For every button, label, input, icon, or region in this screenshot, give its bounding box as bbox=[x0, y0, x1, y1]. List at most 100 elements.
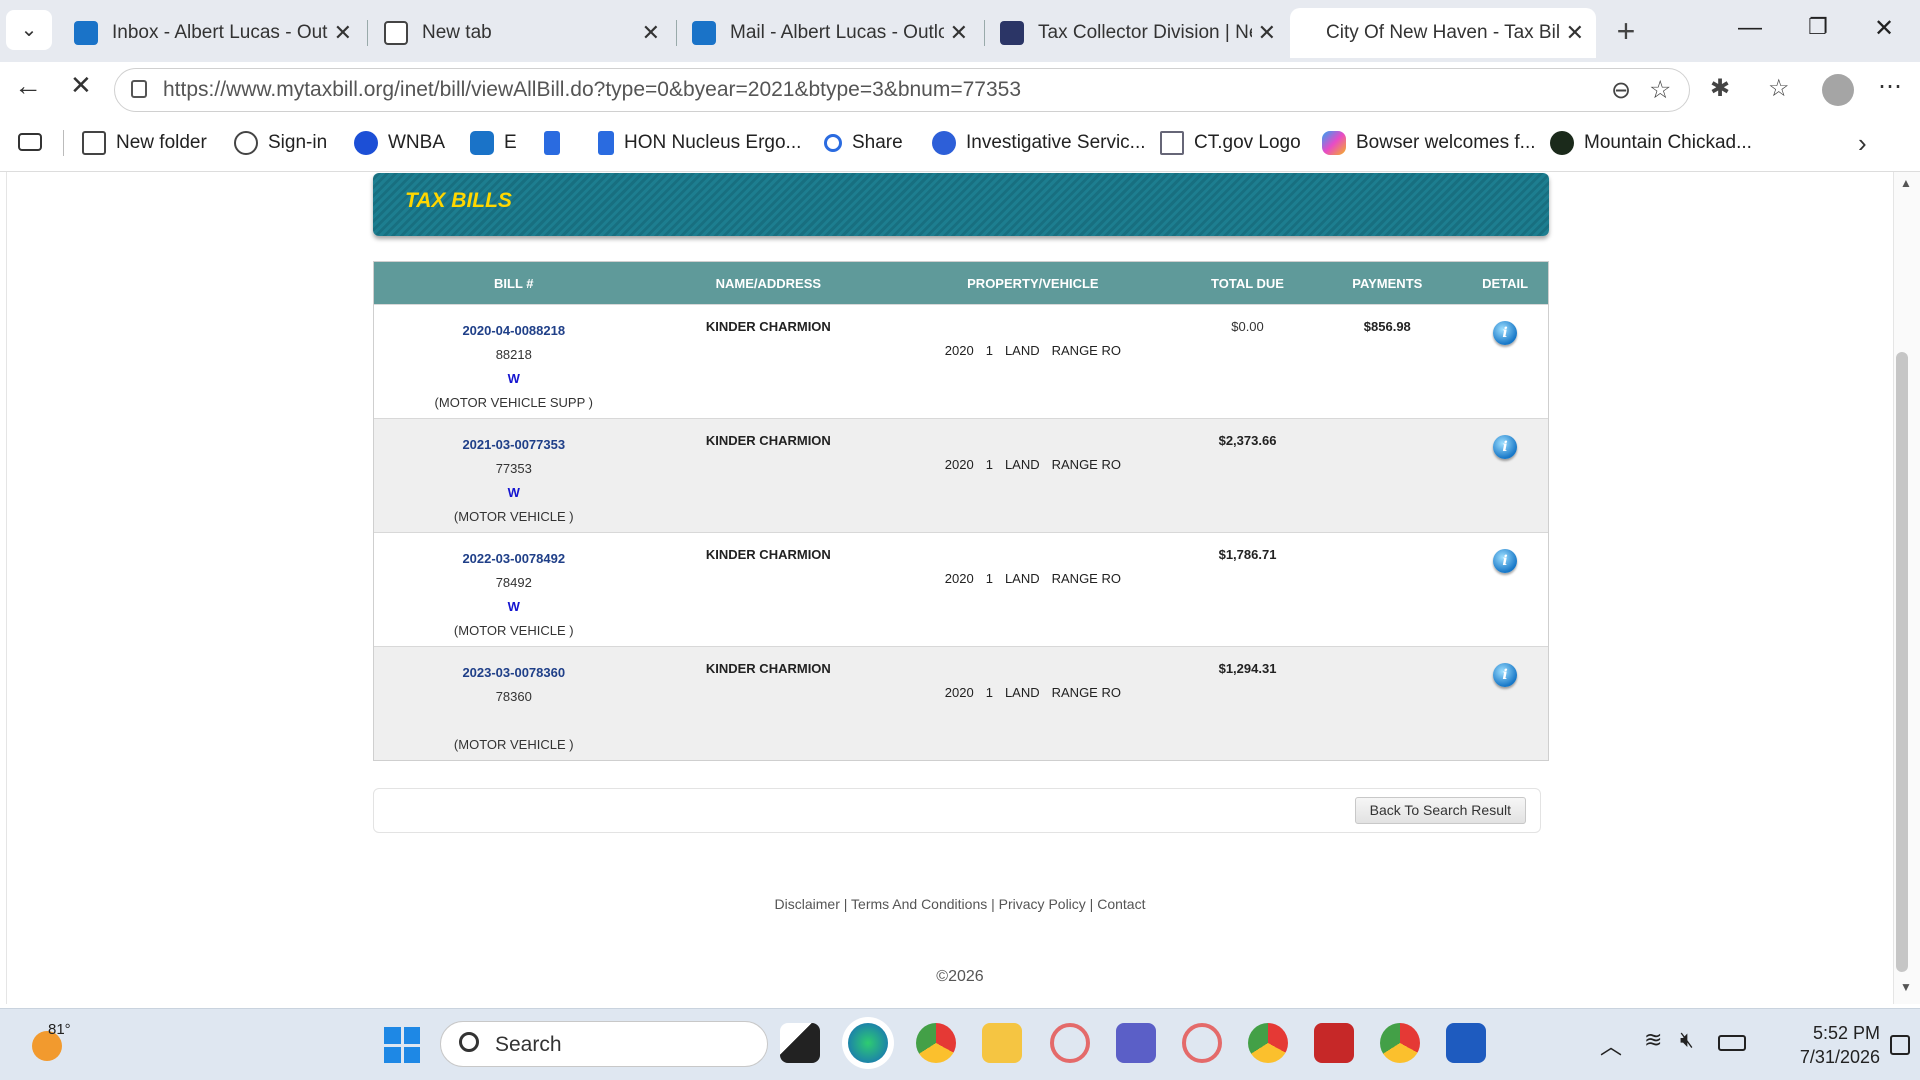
back-icon[interactable]: ← bbox=[14, 70, 42, 102]
bookmarks-bar: New folder Sign-in WNBA E HON Nucleus Er… bbox=[0, 116, 1920, 172]
favorites-icon[interactable]: ☆ bbox=[1768, 74, 1790, 103]
close-tab-icon[interactable]: ✕ bbox=[950, 20, 968, 46]
profile-avatar[interactable] bbox=[1822, 74, 1854, 106]
close-window-icon[interactable]: ✕ bbox=[1864, 14, 1904, 50]
bookmark-e[interactable]: E bbox=[470, 128, 517, 158]
favorite-star-icon[interactable]: ☆ bbox=[1649, 75, 1671, 105]
bookmark-hon-nucleus[interactable]: HON Nucleus Ergo... bbox=[598, 128, 801, 158]
bookmark-bowser[interactable]: Bowser welcomes f... bbox=[1322, 128, 1536, 158]
chrome-profile-icon[interactable] bbox=[1248, 1023, 1288, 1063]
notification-icon[interactable] bbox=[1890, 1035, 1910, 1055]
bookmark-bing[interactable] bbox=[544, 128, 570, 158]
grammarly-icon[interactable] bbox=[1182, 1023, 1222, 1063]
chrome-icon[interactable] bbox=[916, 1023, 956, 1063]
tab-new-tab[interactable]: New tab ✕ bbox=[372, 8, 672, 58]
task-view-icon[interactable] bbox=[780, 1023, 820, 1063]
city-seal-icon bbox=[1000, 21, 1024, 45]
total-due: $2,373.66 bbox=[1218, 433, 1277, 448]
zoom-icon bbox=[932, 131, 956, 155]
zoom-icon[interactable]: ⊖ bbox=[1611, 76, 1631, 105]
tab-tax-collector[interactable]: Tax Collector Division | New ✕ bbox=[988, 8, 1288, 58]
stop-loading-icon[interactable]: ✕ bbox=[70, 70, 92, 101]
privacy-link[interactable]: Privacy Policy bbox=[999, 896, 1086, 912]
header-bill-number: BILL # bbox=[494, 275, 534, 291]
tab-sidebar-icon[interactable] bbox=[18, 133, 42, 151]
speaker-muted-icon[interactable]: 🔇︎ bbox=[1680, 1027, 1694, 1053]
tab-actions-button[interactable]: ⌄ bbox=[6, 10, 52, 50]
extensions-icon[interactable]: ✱ bbox=[1710, 74, 1730, 103]
bookmark-new-folder[interactable]: New folder bbox=[82, 128, 207, 158]
bill-number-link[interactable]: 2023-03-0078360 bbox=[374, 661, 654, 685]
edge-icon[interactable] bbox=[848, 1023, 888, 1063]
bill-type: (MOTOR VEHICLE ) bbox=[453, 737, 574, 752]
clock-time: 5:52 PM bbox=[1812, 1023, 1880, 1043]
teams-icon[interactable] bbox=[1116, 1023, 1156, 1063]
wnba-icon bbox=[354, 131, 378, 155]
clock-date: 7/31/2026 bbox=[1799, 1047, 1880, 1067]
bookmark-share[interactable]: Share bbox=[824, 128, 903, 158]
info-detail-icon[interactable]: i bbox=[1493, 549, 1518, 573]
bill-type: (MOTOR VEHICLE ) bbox=[453, 509, 574, 524]
header-property-vehicle: PROPERTY/VEHICLE bbox=[967, 275, 1099, 291]
close-tab-icon[interactable]: ✕ bbox=[1258, 20, 1276, 46]
actions-panel: Back To Search Result bbox=[373, 788, 1541, 833]
bookmark-wnba[interactable]: WNBA bbox=[354, 128, 445, 158]
wifi-icon[interactable]: ≋ bbox=[1644, 1027, 1662, 1053]
close-tab-icon[interactable]: ✕ bbox=[642, 20, 660, 46]
minimize-icon[interactable]: — bbox=[1730, 14, 1770, 50]
terms-link[interactable]: Terms And Conditions bbox=[851, 896, 987, 912]
more-menu-icon[interactable]: ⋯ bbox=[1878, 72, 1902, 101]
bill-num: 77353 bbox=[495, 461, 532, 476]
close-tab-icon[interactable]: ✕ bbox=[1566, 20, 1584, 46]
bill-number-link[interactable]: 2020-04-0088218 bbox=[374, 319, 654, 343]
bing-icon bbox=[598, 131, 614, 155]
grammarly-icon[interactable] bbox=[1050, 1023, 1090, 1063]
start-windows-icon[interactable] bbox=[384, 1027, 420, 1063]
close-tab-icon[interactable]: ✕ bbox=[334, 20, 352, 46]
battery-icon[interactable] bbox=[1718, 1035, 1746, 1051]
bookmark-sign-in[interactable]: Sign-in bbox=[234, 128, 327, 158]
contact-link[interactable]: Contact bbox=[1097, 896, 1145, 912]
total-due: $1,786.71 bbox=[1218, 547, 1277, 562]
bookmark-mountain[interactable]: Mountain Chickad... bbox=[1550, 128, 1752, 158]
bill-number-link[interactable]: 2022-03-0078492 bbox=[374, 547, 654, 571]
restore-icon[interactable]: ❐ bbox=[1798, 14, 1838, 50]
tab-tax-bill-active[interactable]: City Of New Haven - Tax Bill ✕ bbox=[1290, 8, 1596, 58]
back-to-search-button[interactable]: Back To Search Result bbox=[1354, 797, 1526, 824]
total-due: $1,294.31 bbox=[1218, 661, 1277, 676]
file-explorer-icon[interactable] bbox=[982, 1023, 1022, 1063]
taskbar: 81° Search ︿ ≋ 🔇︎ 5:52 PM 7/31/2026 bbox=[0, 1008, 1920, 1080]
acrobat-icon[interactable] bbox=[1314, 1023, 1354, 1063]
owner-name: KINDER CHARMION bbox=[705, 661, 831, 676]
url-text[interactable]: https://www.mytaxbill.org/inet/bill/view… bbox=[163, 78, 1021, 102]
search-icon bbox=[824, 134, 842, 152]
info-detail-icon[interactable]: i bbox=[1493, 435, 1518, 459]
tab-mail-outlook[interactable]: Mail - Albert Lucas - Outloo ✕ bbox=[680, 8, 980, 58]
header-total-due: TOTAL DUE bbox=[1211, 275, 1284, 291]
header-detail: DETAIL bbox=[1482, 275, 1529, 291]
address-bar[interactable]: https://www.mytaxbill.org/inet/bill/view… bbox=[114, 68, 1690, 112]
info-detail-icon[interactable]: i bbox=[1493, 663, 1518, 687]
table-row: 2020-04-0088218 88218 W (MOTOR VEHICLE S… bbox=[374, 304, 1548, 418]
taskbar-search[interactable]: Search bbox=[440, 1021, 768, 1067]
scrollbar-thumb[interactable] bbox=[1896, 352, 1908, 972]
owner-name: KINDER CHARMION bbox=[705, 433, 831, 448]
bill-num: 88218 bbox=[495, 347, 532, 362]
scroll-up-icon[interactable]: ▲ bbox=[1900, 176, 1912, 190]
disclaimer-link[interactable]: Disclaimer bbox=[775, 896, 840, 912]
copilot-icon bbox=[1322, 131, 1346, 155]
info-detail-icon[interactable]: i bbox=[1493, 321, 1518, 345]
bookmark-investigative[interactable]: Investigative Servic... bbox=[932, 128, 1146, 158]
bookmark-ctgov[interactable]: CT.gov Logo bbox=[1160, 128, 1301, 158]
clock[interactable]: 5:52 PM 7/31/2026 bbox=[1770, 1021, 1880, 1069]
chrome-icon[interactable] bbox=[1380, 1023, 1420, 1063]
outlook-icon bbox=[692, 21, 716, 45]
bill-number-link[interactable]: 2021-03-0077353 bbox=[374, 433, 654, 457]
chevron-right-icon[interactable]: › bbox=[1858, 128, 1867, 159]
word-icon[interactable] bbox=[1446, 1023, 1486, 1063]
document-icon bbox=[1160, 131, 1184, 155]
new-tab-button[interactable]: + bbox=[1606, 12, 1646, 52]
bird-icon bbox=[1550, 131, 1574, 155]
tab-inbox-outlook[interactable]: Inbox - Albert Lucas - Outlo ✕ bbox=[62, 8, 364, 58]
chevron-up-icon[interactable]: ︿ bbox=[1600, 1029, 1622, 1061]
